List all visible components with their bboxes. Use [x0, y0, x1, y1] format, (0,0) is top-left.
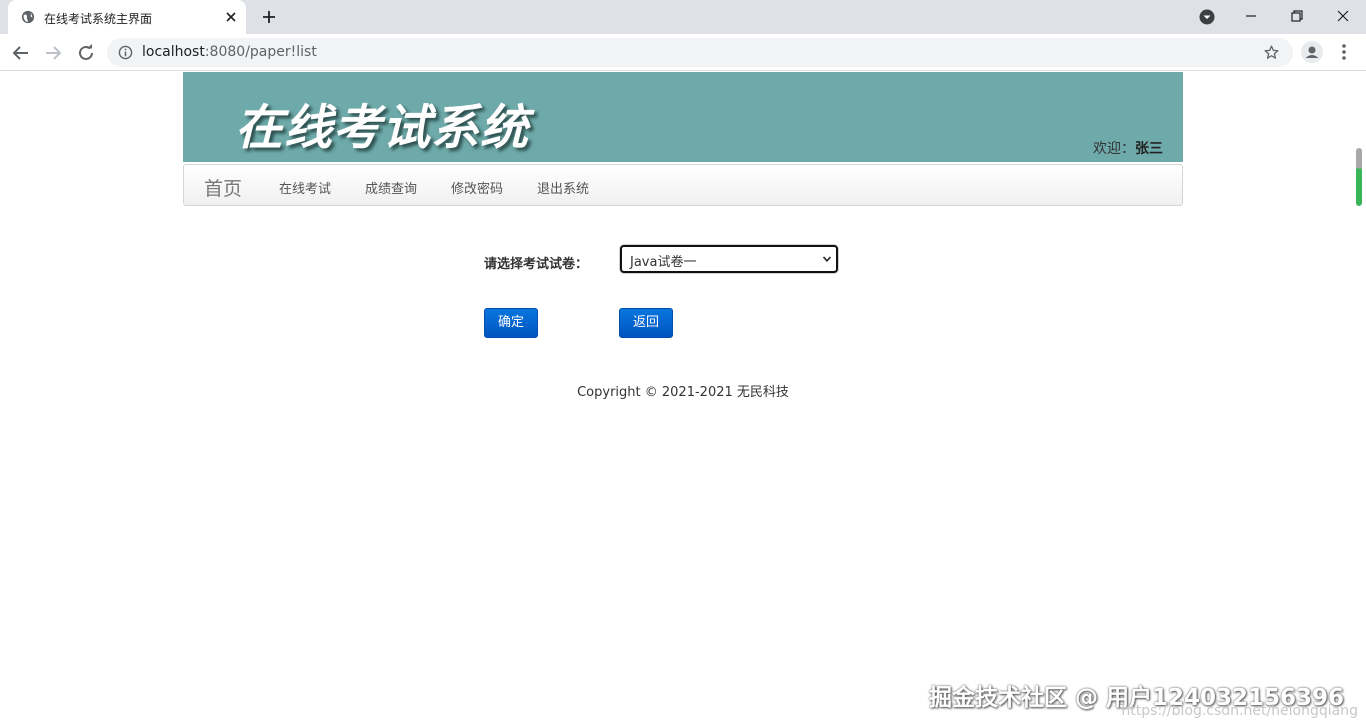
copyright-text: Copyright © 2021-2021 无民科技: [577, 385, 789, 400]
header-banner: 在线考试系统 欢迎：张三: [183, 72, 1183, 162]
minimize-icon[interactable]: [1236, 4, 1266, 28]
close-icon[interactable]: [224, 10, 238, 24]
browser-toolbar: localhost:8080/paper!list: [0, 34, 1366, 71]
nav-score-query[interactable]: 成绩查询: [365, 178, 417, 197]
address-bar[interactable]: localhost:8080/paper!list: [107, 38, 1293, 67]
reload-icon[interactable]: [75, 42, 97, 64]
person-icon[interactable]: [1301, 41, 1323, 63]
url-text[interactable]: localhost:8080/paper!list: [142, 44, 317, 60]
nav-online-exam[interactable]: 在线考试: [279, 178, 331, 197]
star-icon[interactable]: [1263, 44, 1280, 61]
paper-select-label: 请选择考试试卷：: [484, 257, 589, 272]
globe-icon: [21, 10, 35, 24]
url-path: :8080/paper!list: [204, 44, 317, 60]
plus-icon[interactable]: [260, 8, 278, 26]
watermark-url: https://blog.csdn.net/helongqiang: [1121, 703, 1358, 719]
confirm-button[interactable]: 确定: [484, 308, 538, 338]
more-vert-icon[interactable]: [1336, 42, 1352, 62]
paper-select[interactable]: Java试卷一: [620, 245, 838, 273]
chevron-down-circle-icon[interactable]: [1199, 9, 1215, 25]
window-close-icon[interactable]: [1328, 4, 1358, 28]
nav-change-password[interactable]: 修改密码: [451, 178, 503, 197]
browser-tabstrip: 在线考试系统主界面: [0, 0, 1366, 34]
back-button[interactable]: 返回: [619, 308, 673, 338]
tab-title: 在线考试系统主界面: [44, 12, 153, 26]
chevron-down-icon: [822, 256, 832, 262]
welcome-text: 欢迎：张三: [1093, 138, 1163, 158]
main-navbar: 首页 在线考试 成绩查询 修改密码 退出系统: [183, 164, 1183, 206]
welcome-prefix: 欢迎：: [1093, 141, 1135, 157]
url-host: localhost: [142, 44, 205, 60]
site-logo: 在线考试系统: [235, 100, 530, 156]
arrow-left-icon[interactable]: [10, 42, 32, 64]
browser-tab[interactable]: 在线考试系统主界面: [8, 0, 246, 34]
nav-logout[interactable]: 退出系统: [537, 178, 589, 197]
restore-icon[interactable]: [1282, 4, 1312, 28]
info-icon[interactable]: [118, 45, 133, 60]
username: 张三: [1135, 141, 1163, 157]
arrow-right-icon[interactable]: [42, 42, 64, 64]
scroll-indicator[interactable]: [1356, 148, 1362, 206]
paper-select-value: Java试卷一: [630, 255, 697, 270]
nav-home[interactable]: 首页: [204, 174, 242, 201]
